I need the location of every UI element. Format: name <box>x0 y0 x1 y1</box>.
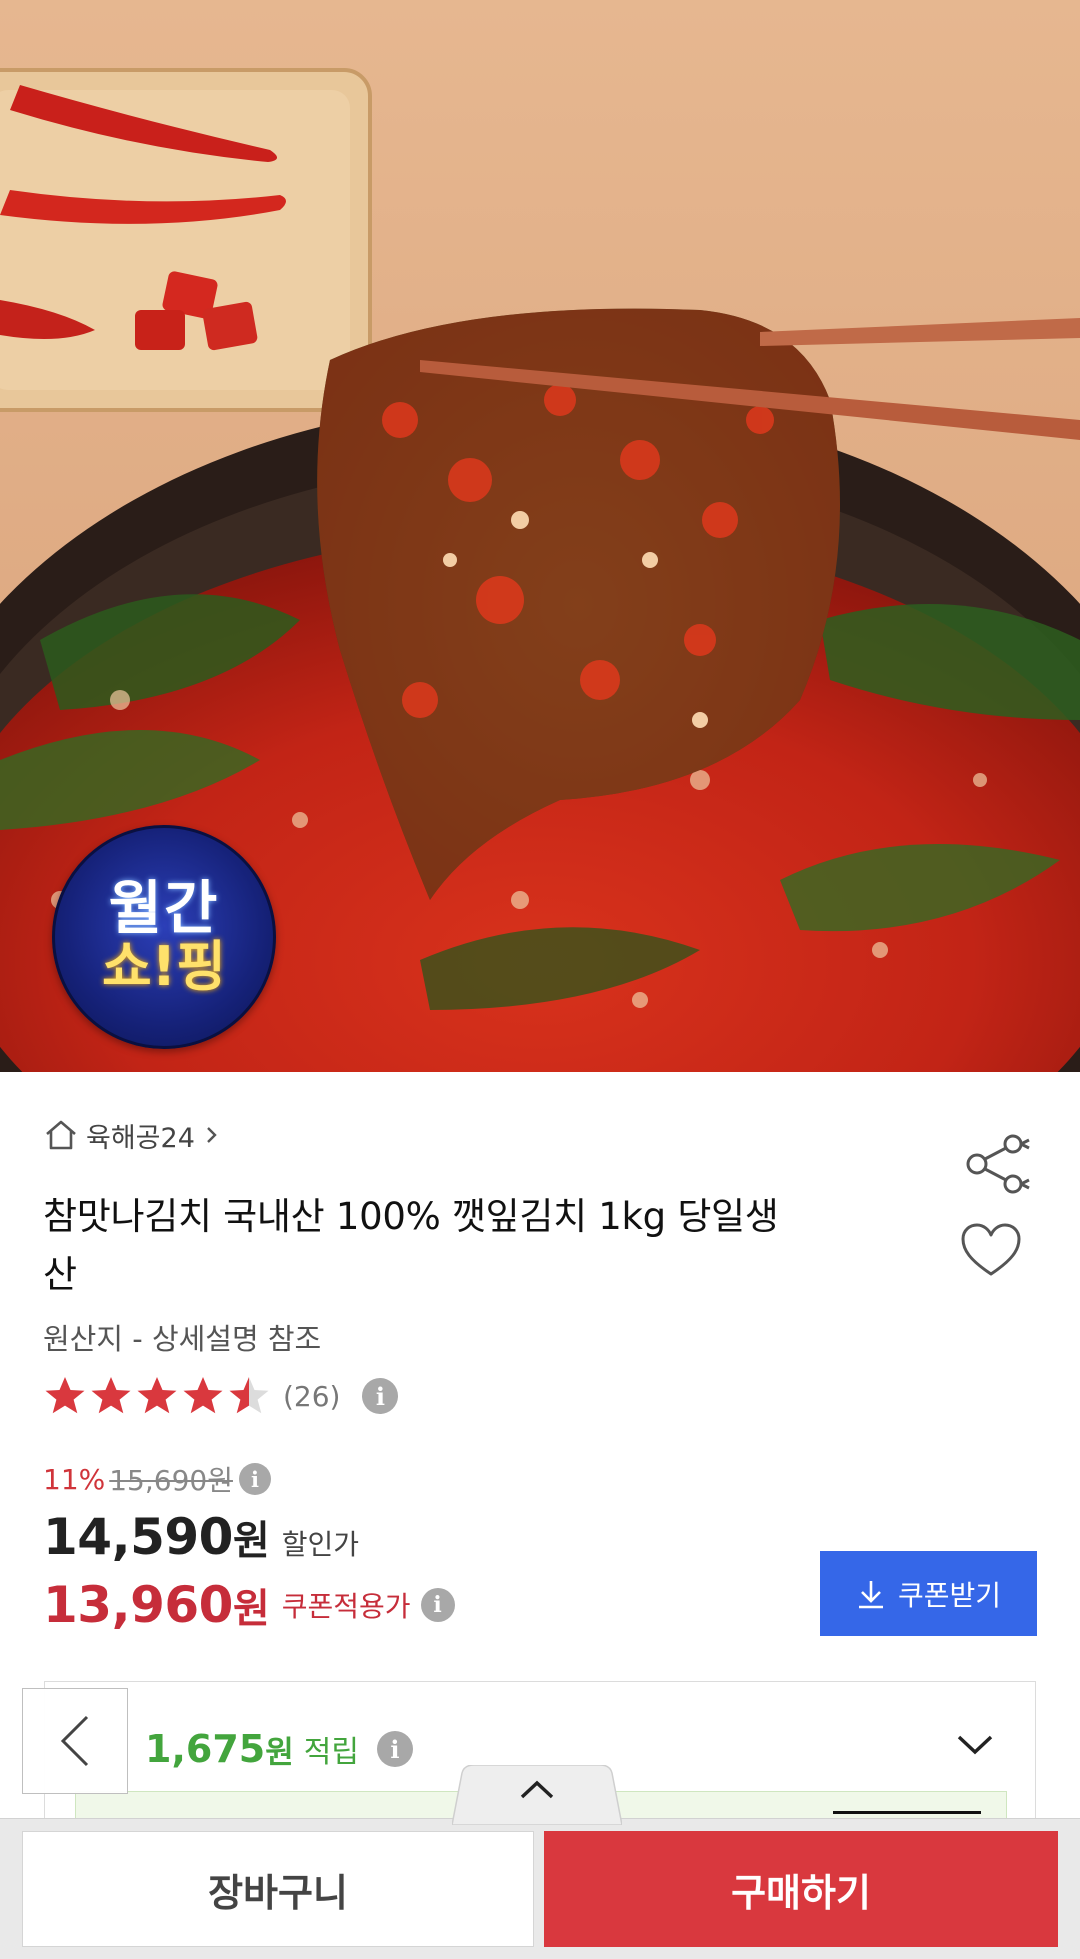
strip-divider <box>833 1811 981 1814</box>
info-icon[interactable]: i <box>362 1378 399 1414</box>
expand-tab[interactable] <box>452 1765 622 1825</box>
coupon-price: 13,960 <box>43 1576 233 1634</box>
points-value: 1,675 <box>145 1727 266 1771</box>
info-icon[interactable]: i <box>238 1463 271 1495</box>
product-title: 참맛나김치 국내산 100% 깻잎김치 1kg 당일생산 <box>43 1195 779 1296</box>
original-price: 15,690원 <box>109 1464 233 1497</box>
coupon-price-label: 쿠폰적용가 <box>281 1590 411 1623</box>
badge-line1: 월간 <box>108 874 220 943</box>
half-star-icon <box>229 1377 269 1414</box>
chevron-down-icon[interactable] <box>955 1732 995 1758</box>
points-label: 적립 <box>303 1735 359 1770</box>
origin-text: 원산지 - 상세설명 참조 <box>43 1322 322 1356</box>
star-icon <box>91 1377 131 1414</box>
star-icon <box>183 1377 223 1414</box>
sale-price-unit: 원 <box>232 1518 270 1564</box>
discount-row: 11% 15,690원 i <box>43 1458 271 1500</box>
get-coupon-button[interactable]: 쿠폰받기 <box>820 1551 1037 1636</box>
download-icon <box>858 1580 883 1608</box>
points-unit: 원 <box>265 1734 294 1771</box>
home-icon <box>46 1120 76 1150</box>
product-image[interactable]: 월간 쇼!핑 <box>0 0 1080 1072</box>
share-icon[interactable] <box>963 1132 1033 1194</box>
buy-button[interactable]: 구매하기 <box>544 1831 1058 1947</box>
points-row: 1,675 원 적립 i <box>145 1724 413 1774</box>
star-icon <box>137 1377 177 1414</box>
back-arrow-icon <box>60 1715 89 1767</box>
rating-row[interactable]: (26) i <box>43 1372 399 1420</box>
sale-price: 14,590 <box>43 1508 233 1566</box>
get-coupon-label: 쿠폰받기 <box>897 1578 1002 1612</box>
coupon-price-row: 13,960 원 쿠폰적용가 i <box>43 1572 455 1638</box>
discount-rate: 11% <box>43 1462 106 1496</box>
star-icon <box>45 1377 85 1414</box>
store-link[interactable]: 육해공24 <box>44 1118 221 1154</box>
monthly-shopping-badge: 월간 쇼!핑 <box>52 825 276 1049</box>
review-count[interactable]: (26) <box>283 1380 340 1413</box>
rating-stars <box>43 1375 271 1417</box>
sale-price-row: 14,590 원 할인가 <box>43 1508 359 1574</box>
cart-button[interactable]: 장바구니 <box>22 1831 534 1947</box>
sale-price-label: 할인가 <box>281 1528 360 1561</box>
store-name: 육해공24 <box>86 1122 195 1154</box>
badge-line2: 쇼!핑 <box>102 935 226 999</box>
coupon-price-unit: 원 <box>232 1586 270 1632</box>
chevron-right-icon <box>207 1127 217 1143</box>
bottom-action-bar: 장바구니 구매하기 <box>0 1818 1080 1959</box>
info-icon[interactable]: i <box>420 1588 455 1622</box>
back-button[interactable] <box>22 1688 128 1794</box>
info-icon[interactable]: i <box>376 1731 413 1767</box>
heart-icon[interactable] <box>960 1222 1022 1278</box>
